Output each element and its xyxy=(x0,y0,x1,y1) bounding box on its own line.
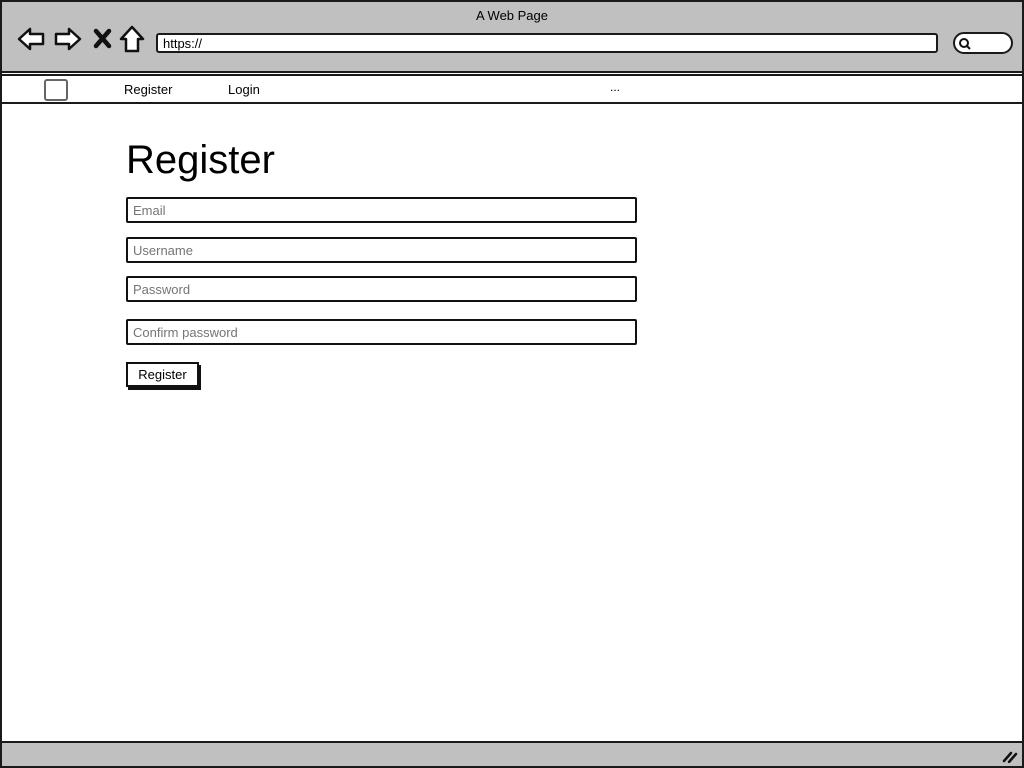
register-button[interactable]: Register xyxy=(126,362,199,387)
password-field[interactable] xyxy=(126,276,637,302)
resize-grip-icon[interactable] xyxy=(1002,749,1018,763)
site-logo[interactable] xyxy=(44,79,68,101)
stop-button[interactable] xyxy=(90,24,120,54)
browser-chrome: A Web Page https:// xyxy=(2,2,1022,73)
close-x-icon xyxy=(93,28,112,49)
url-bar[interactable]: https:// xyxy=(156,33,938,53)
nav-more[interactable]: ... xyxy=(610,80,620,94)
status-bar xyxy=(2,741,1022,766)
confirm-password-field[interactable] xyxy=(126,319,637,345)
username-field[interactable] xyxy=(126,237,637,263)
forward-button[interactable] xyxy=(53,24,83,54)
forward-arrow-icon xyxy=(54,27,82,51)
home-button[interactable] xyxy=(118,24,148,54)
window-title: A Web Page xyxy=(475,8,549,23)
browser-window: A Web Page https:// Register Login ... R… xyxy=(0,0,1024,768)
back-button[interactable] xyxy=(16,24,46,54)
search-icon xyxy=(959,38,971,50)
site-nav-bar: Register Login ... xyxy=(2,74,1024,104)
browser-search-box[interactable] xyxy=(953,32,1013,54)
home-icon xyxy=(119,25,145,53)
nav-item-register[interactable]: Register xyxy=(124,82,172,97)
nav-item-login[interactable]: Login xyxy=(228,82,260,97)
email-field[interactable] xyxy=(126,197,637,223)
page-title: Register xyxy=(126,138,275,182)
back-arrow-icon xyxy=(17,27,45,51)
